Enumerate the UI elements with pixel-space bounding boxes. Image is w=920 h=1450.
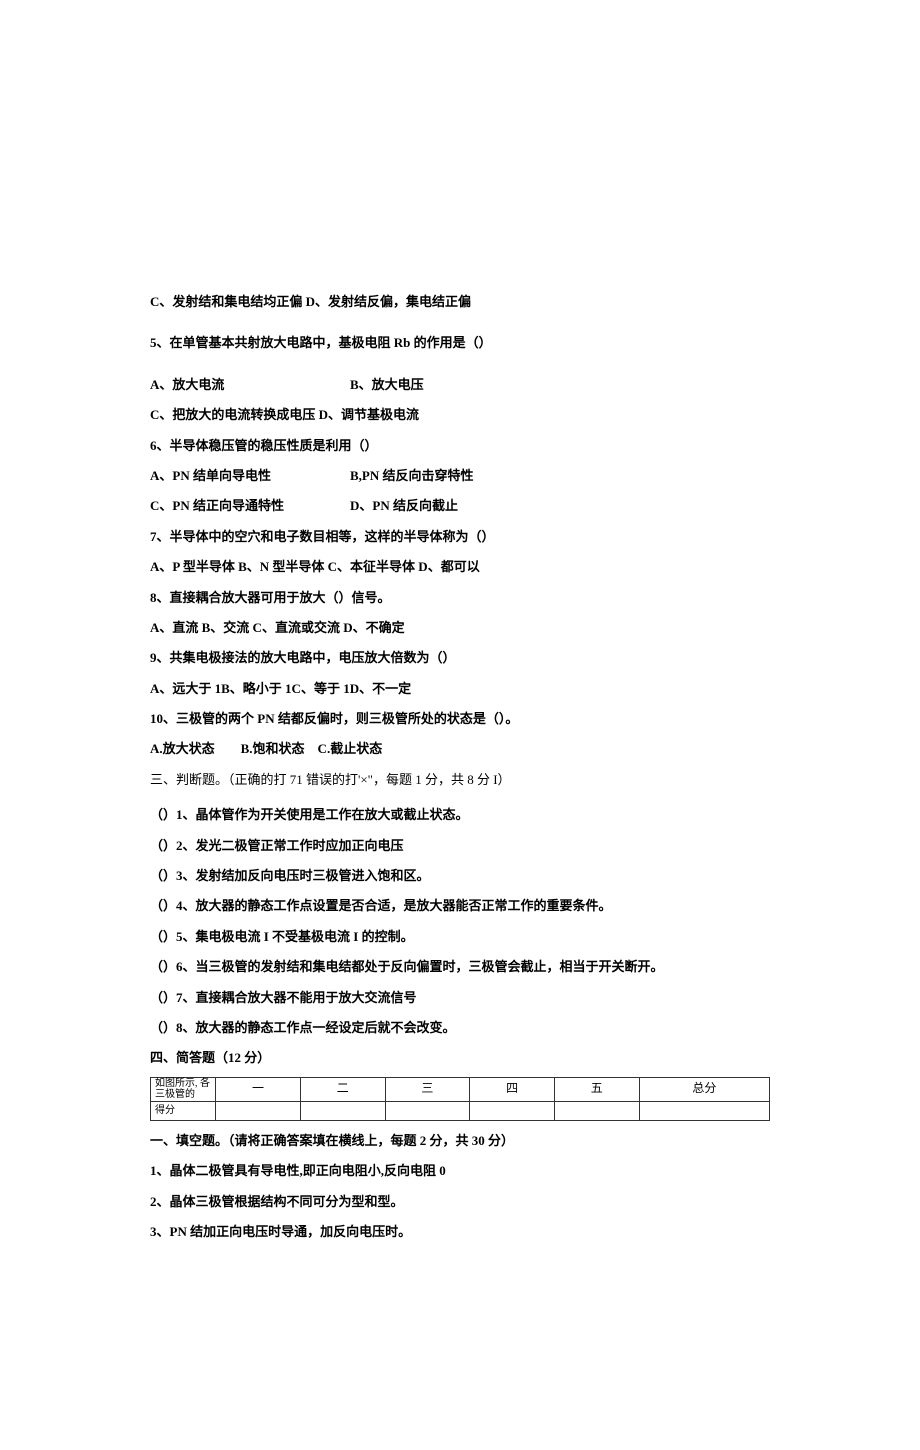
- cell-col-4: 四: [470, 1077, 555, 1101]
- cell-empty: [470, 1101, 555, 1120]
- q6-options-ab: A、PN 结单向导电性 B,PN 结反向击穿特性: [150, 464, 770, 487]
- q10-stem: 10、三极管的两个 PN 结都反偏时，则三极管所处的状态是（）。: [150, 707, 770, 730]
- judge-1: （）1、晶体管作为开关使用是工作在放大或截止状态。: [150, 803, 770, 826]
- fill-1: 1、晶体二极管具有导电性,即正向电阻小,反向电阻 0: [150, 1159, 770, 1182]
- section-3-title: 三、判断题。（正确的打 71 错误的打'×"，每题 1 分，共 8 分 I）: [150, 768, 770, 791]
- q10-options: A.放大状态 B.饱和状态 C.截止状态: [150, 737, 770, 760]
- judge-7: （）7、直接耦合放大器不能用于放大交流信号: [150, 986, 770, 1009]
- cell-total: 总分: [639, 1077, 769, 1101]
- q6-option-d: D、PN 结反向截止: [350, 494, 458, 517]
- q5-option-a: A、放大电流: [150, 373, 350, 396]
- section-4-title: 四、简答题（12 分）: [150, 1046, 770, 1069]
- score-table: 如图所示, 各三极管的 一 二 三 四 五 总分 得分: [150, 1077, 770, 1121]
- judge-8: （）8、放大器的静态工作点一经设定后就不会改变。: [150, 1016, 770, 1039]
- cell-fig-note: 如图所示, 各三极管的: [151, 1077, 216, 1101]
- q7-stem: 7、半导体中的空穴和电子数目相等，这样的半导体称为（）: [150, 525, 770, 548]
- cell-empty: [554, 1101, 639, 1120]
- fill-3: 3、PN 结加正向电压时导通，加反向电压时。: [150, 1220, 770, 1243]
- q6-option-a: A、PN 结单向导电性: [150, 464, 350, 487]
- cell-empty: [639, 1101, 769, 1120]
- q5-stem: 5、在单管基本共射放大电路中，基极电阻 Rb 的作用是（）: [150, 331, 770, 354]
- judge-5: （）5、集电极电流 I 不受基极电流 I 的控制。: [150, 925, 770, 948]
- q5-options-ab: A、放大电流 B、放大电压: [150, 373, 770, 396]
- q7-options: A、P 型半导体 B、N 型半导体 C、本征半导体 D、都可以: [150, 555, 770, 578]
- cell-empty: [385, 1101, 470, 1120]
- judge-3: （）3、发射结加反向电压时三极管进入饱和区。: [150, 864, 770, 887]
- judge-2: （）2、发光二极管正常工作时应加正向电压: [150, 834, 770, 857]
- cell-col-3: 三: [385, 1077, 470, 1101]
- table-row: 如图所示, 各三极管的 一 二 三 四 五 总分: [151, 1077, 770, 1101]
- cell-col-2: 二: [300, 1077, 385, 1101]
- table-row: 得分: [151, 1101, 770, 1120]
- q9-options: A、远大于 1B、略小于 1C、等于 1D、不一定: [150, 677, 770, 700]
- q8-stem: 8、直接耦合放大器可用于放大（）信号。: [150, 586, 770, 609]
- fill-2: 2、晶体三极管根据结构不同可分为型和型。: [150, 1190, 770, 1213]
- judge-6: （）6、当三极管的发射结和集电结都处于反向偏置时，三极管会截止，相当于开关断开。: [150, 955, 770, 978]
- q6-option-c: C、PN 结正向导通特性: [150, 494, 350, 517]
- cell-score-label: 得分: [151, 1101, 216, 1120]
- cell-col-1: 一: [216, 1077, 301, 1101]
- judge-4: （）4、放大器的静态工作点设置是否合适，是放大器能否正常工作的重要条件。: [150, 894, 770, 917]
- q9-stem: 9、共集电极接法的放大电路中，电压放大倍数为（）: [150, 646, 770, 669]
- cell-empty: [300, 1101, 385, 1120]
- q5-options-cd: C、把放大的电流转换成电压 D、调节基极电流: [150, 403, 770, 426]
- q5-option-b: B、放大电压: [350, 373, 424, 396]
- section-1-title: 一、填空题。（请将正确答案填在横线上，每题 2 分，共 30 分）: [150, 1129, 770, 1152]
- q6-option-b: B,PN 结反向击穿特性: [350, 464, 474, 487]
- q8-options: A、直流 B、交流 C、直流或交流 D、不确定: [150, 616, 770, 639]
- q4-option-cd: C、发射结和集电结均正偏 D、发射结反偏，集电结正偏: [150, 290, 770, 313]
- cell-col-5: 五: [554, 1077, 639, 1101]
- q6-stem: 6、半导体稳压管的稳压性质是利用（）: [150, 434, 770, 457]
- document-page: C、发射结和集电结均正偏 D、发射结反偏，集电结正偏 5、在单管基本共射放大电路…: [0, 0, 920, 1450]
- cell-empty: [216, 1101, 301, 1120]
- q6-options-cd: C、PN 结正向导通特性 D、PN 结反向截止: [150, 494, 770, 517]
